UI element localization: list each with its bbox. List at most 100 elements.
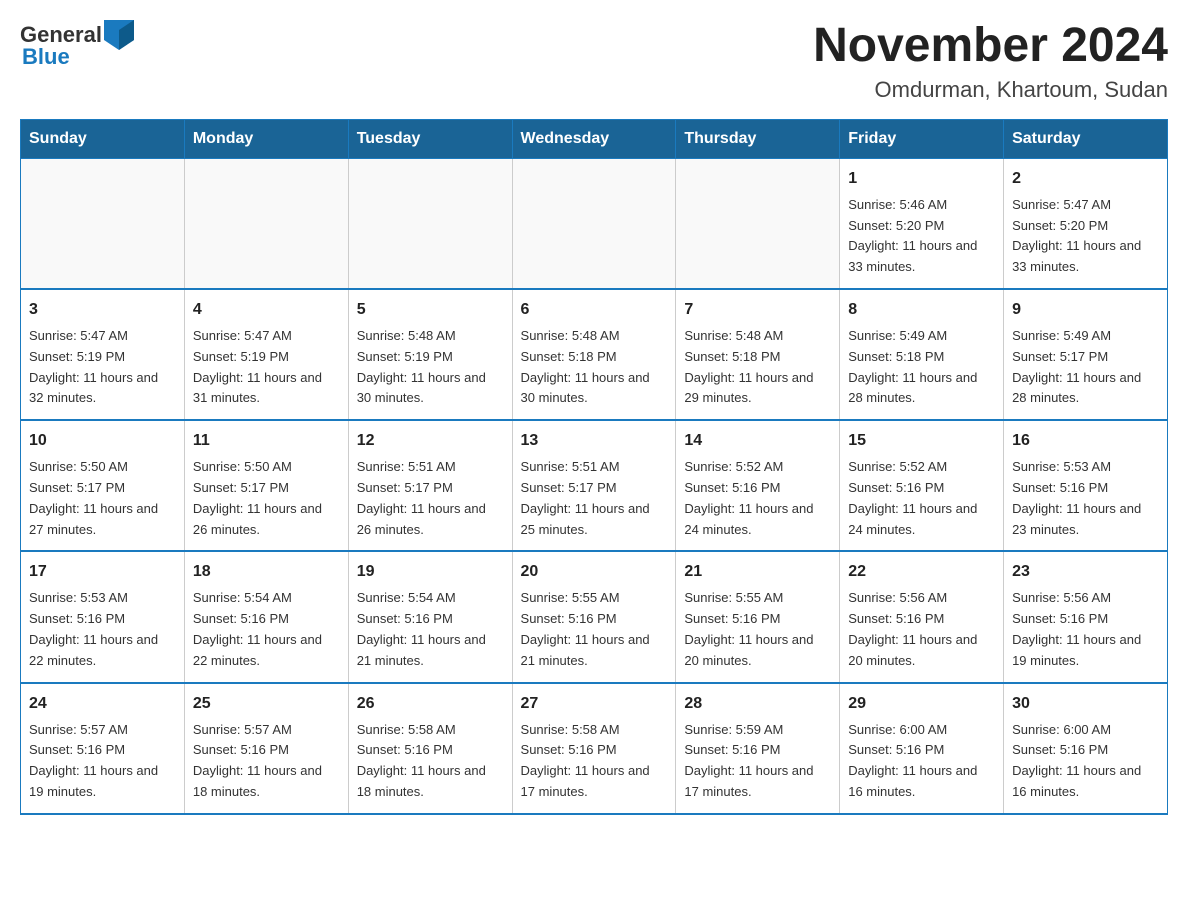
weekday-header-monday: Monday — [184, 119, 348, 158]
day-info: Sunrise: 6:00 AMSunset: 5:16 PMDaylight:… — [848, 720, 995, 803]
calendar-cell: 9 Sunrise: 5:49 AMSunset: 5:17 PMDaylight… — [1004, 289, 1168, 420]
calendar-cell: 29Sunrise: 6:00 AMSunset: 5:16 PMDayligh… — [840, 683, 1004, 814]
calendar-cell: 11 Sunrise: 5:50 AMSunset: 5:17 PMDayligh… — [184, 420, 348, 551]
day-number: 24 — [29, 692, 176, 716]
day-number: 13 — [521, 429, 668, 453]
calendar-week-2: 3 Sunrise: 5:47 AMSunset: 5:19 PMDaylight… — [21, 289, 1168, 420]
day-info: Sunrise: 5:53 AMSunset: 5:16 PMDaylight:… — [29, 588, 176, 671]
calendar-cell: 8 Sunrise: 5:49 AMSunset: 5:18 PMDaylight… — [840, 289, 1004, 420]
weekday-header-tuesday: Tuesday — [348, 119, 512, 158]
day-number: 5 — [357, 298, 504, 322]
calendar-cell: 1Sunrise: 5:46 AMSunset: 5:20 PMDaylight… — [840, 158, 1004, 289]
day-number: 11 — [193, 429, 340, 453]
day-number: 2 — [1012, 167, 1159, 191]
day-number: 12 — [357, 429, 504, 453]
day-info: Sunrise: 5:58 AMSunset: 5:16 PMDaylight:… — [357, 720, 504, 803]
calendar-cell: 19 Sunrise: 5:54 AMSunset: 5:16 PMDayligh… — [348, 551, 512, 682]
day-number: 27 — [521, 692, 668, 716]
day-info: Sunrise: 5:47 AMSunset: 5:19 PMDaylight:… — [193, 326, 340, 409]
day-info: Sunrise: 5:58 AMSunset: 5:16 PMDaylight:… — [521, 720, 668, 803]
calendar-cell: 15 Sunrise: 5:52 AMSunset: 5:16 PMDayligh… — [840, 420, 1004, 551]
day-number: 3 — [29, 298, 176, 322]
day-number: 30 — [1012, 692, 1159, 716]
day-number: 16 — [1012, 429, 1159, 453]
day-info: Sunrise: 5:50 AMSunset: 5:17 PMDaylight:… — [29, 457, 176, 540]
calendar-cell: 6Sunrise: 5:48 AMSunset: 5:18 PMDaylight… — [512, 289, 676, 420]
day-info: Sunrise: 5:59 AMSunset: 5:16 PMDaylight:… — [684, 720, 831, 803]
day-number: 9 — [1012, 298, 1159, 322]
calendar-table: SundayMondayTuesdayWednesdayThursdayFrid… — [20, 119, 1168, 815]
day-info: Sunrise: 5:57 AMSunset: 5:16 PMDaylight:… — [193, 720, 340, 803]
calendar-cell: 2 Sunrise: 5:47 AMSunset: 5:20 PMDaylight… — [1004, 158, 1168, 289]
day-info: Sunrise: 5:57 AMSunset: 5:16 PMDaylight:… — [29, 720, 176, 803]
calendar-week-5: 24 Sunrise: 5:57 AMSunset: 5:16 PMDayligh… — [21, 683, 1168, 814]
day-info: Sunrise: 5:48 AMSunset: 5:18 PMDaylight:… — [684, 326, 831, 409]
calendar-week-1: 1Sunrise: 5:46 AMSunset: 5:20 PMDaylight… — [21, 158, 1168, 289]
calendar-cell: 28 Sunrise: 5:59 AMSunset: 5:16 PMDayligh… — [676, 683, 840, 814]
calendar-cell: 14Sunrise: 5:52 AMSunset: 5:16 PMDayligh… — [676, 420, 840, 551]
calendar-cell: 7 Sunrise: 5:48 AMSunset: 5:18 PMDaylight… — [676, 289, 840, 420]
calendar-cell: 18 Sunrise: 5:54 AMSunset: 5:16 PMDayligh… — [184, 551, 348, 682]
calendar-cell: 13 Sunrise: 5:51 AMSunset: 5:17 PMDayligh… — [512, 420, 676, 551]
day-info: Sunrise: 5:56 AMSunset: 5:16 PMDaylight:… — [848, 588, 995, 671]
calendar-cell: 12 Sunrise: 5:51 AMSunset: 5:17 PMDayligh… — [348, 420, 512, 551]
calendar-cell: 4 Sunrise: 5:47 AMSunset: 5:19 PMDaylight… — [184, 289, 348, 420]
day-info: Sunrise: 5:46 AMSunset: 5:20 PMDaylight:… — [848, 195, 995, 278]
calendar-cell: 16 Sunrise: 5:53 AMSunset: 5:16 PMDayligh… — [1004, 420, 1168, 551]
title-area: November 2024 Omdurman, Khartoum, Sudan — [813, 20, 1168, 103]
calendar-cell: 10Sunrise: 5:50 AMSunset: 5:17 PMDayligh… — [21, 420, 185, 551]
day-info: Sunrise: 5:49 AMSunset: 5:18 PMDaylight:… — [848, 326, 995, 409]
day-number: 23 — [1012, 560, 1159, 584]
day-info: Sunrise: 5:48 AMSunset: 5:18 PMDaylight:… — [521, 326, 668, 409]
weekday-header-wednesday: Wednesday — [512, 119, 676, 158]
calendar-cell: 17 Sunrise: 5:53 AMSunset: 5:16 PMDayligh… — [21, 551, 185, 682]
calendar-cell — [21, 158, 185, 289]
day-info: Sunrise: 5:54 AMSunset: 5:16 PMDaylight:… — [193, 588, 340, 671]
day-info: Sunrise: 5:54 AMSunset: 5:16 PMDaylight:… — [357, 588, 504, 671]
day-number: 17 — [29, 560, 176, 584]
day-info: Sunrise: 5:47 AMSunset: 5:20 PMDaylight:… — [1012, 195, 1159, 278]
weekday-header-sunday: Sunday — [21, 119, 185, 158]
calendar-cell — [676, 158, 840, 289]
logo-blue: Blue — [22, 44, 70, 70]
calendar-cell: 27 Sunrise: 5:58 AMSunset: 5:16 PMDayligh… — [512, 683, 676, 814]
calendar-cell — [348, 158, 512, 289]
day-info: Sunrise: 5:52 AMSunset: 5:16 PMDaylight:… — [684, 457, 831, 540]
calendar-cell: 22Sunrise: 5:56 AMSunset: 5:16 PMDayligh… — [840, 551, 1004, 682]
calendar-cell: 21 Sunrise: 5:55 AMSunset: 5:16 PMDayligh… — [676, 551, 840, 682]
calendar-cell — [512, 158, 676, 289]
day-number: 19 — [357, 560, 504, 584]
weekday-header-thursday: Thursday — [676, 119, 840, 158]
location-subtitle: Omdurman, Khartoum, Sudan — [813, 77, 1168, 103]
calendar-cell — [184, 158, 348, 289]
day-info: Sunrise: 5:48 AMSunset: 5:19 PMDaylight:… — [357, 326, 504, 409]
day-info: Sunrise: 5:53 AMSunset: 5:16 PMDaylight:… — [1012, 457, 1159, 540]
day-number: 4 — [193, 298, 340, 322]
calendar-week-4: 17 Sunrise: 5:53 AMSunset: 5:16 PMDayligh… — [21, 551, 1168, 682]
day-info: Sunrise: 5:49 AMSunset: 5:17 PMDaylight:… — [1012, 326, 1159, 409]
day-info: Sunrise: 5:55 AMSunset: 5:16 PMDaylight:… — [684, 588, 831, 671]
calendar-cell: 20Sunrise: 5:55 AMSunset: 5:16 PMDayligh… — [512, 551, 676, 682]
day-info: Sunrise: 5:51 AMSunset: 5:17 PMDaylight:… — [357, 457, 504, 540]
day-number: 8 — [848, 298, 995, 322]
day-number: 21 — [684, 560, 831, 584]
calendar-cell: 3 Sunrise: 5:47 AMSunset: 5:19 PMDaylight… — [21, 289, 185, 420]
day-number: 28 — [684, 692, 831, 716]
day-info: Sunrise: 5:52 AMSunset: 5:16 PMDaylight:… — [848, 457, 995, 540]
calendar-week-3: 10Sunrise: 5:50 AMSunset: 5:17 PMDayligh… — [21, 420, 1168, 551]
header: General Blue November 2024 Omdurman, Kha… — [20, 20, 1168, 103]
day-number: 18 — [193, 560, 340, 584]
day-number: 15 — [848, 429, 995, 453]
day-info: Sunrise: 6:00 AMSunset: 5:16 PMDaylight:… — [1012, 720, 1159, 803]
day-info: Sunrise: 5:50 AMSunset: 5:17 PMDaylight:… — [193, 457, 340, 540]
day-info: Sunrise: 5:55 AMSunset: 5:16 PMDaylight:… — [521, 588, 668, 671]
weekday-header-saturday: Saturday — [1004, 119, 1168, 158]
day-number: 7 — [684, 298, 831, 322]
month-year-title: November 2024 — [813, 20, 1168, 73]
day-number: 25 — [193, 692, 340, 716]
day-info: Sunrise: 5:51 AMSunset: 5:17 PMDaylight:… — [521, 457, 668, 540]
logo-icon — [104, 20, 134, 50]
calendar-cell: 24 Sunrise: 5:57 AMSunset: 5:16 PMDayligh… — [21, 683, 185, 814]
day-info: Sunrise: 5:47 AMSunset: 5:19 PMDaylight:… — [29, 326, 176, 409]
calendar-cell: 5 Sunrise: 5:48 AMSunset: 5:19 PMDaylight… — [348, 289, 512, 420]
